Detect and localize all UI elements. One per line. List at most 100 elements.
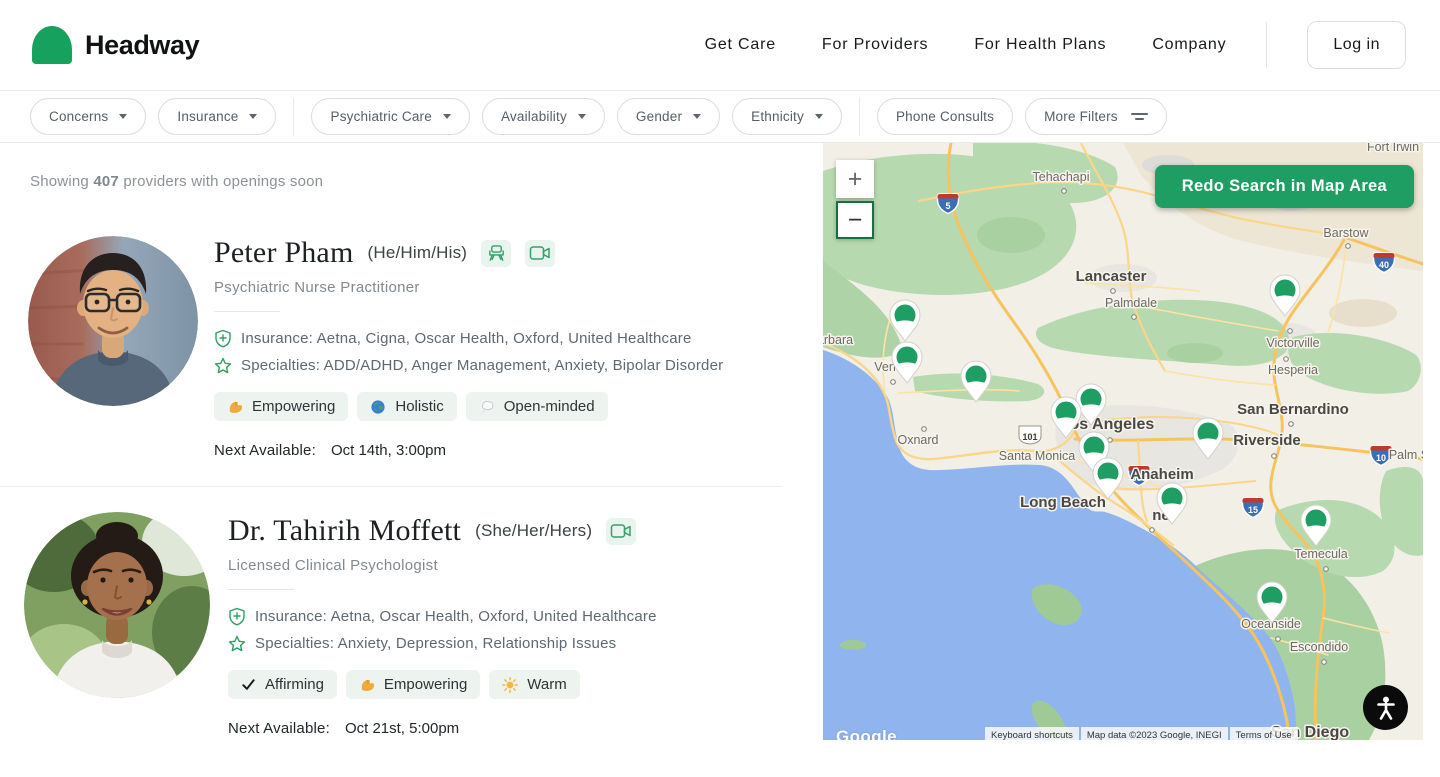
- keyboard-shortcuts-link[interactable]: Keyboard shortcuts: [985, 727, 1079, 740]
- nav-get-care[interactable]: Get Care: [705, 36, 776, 54]
- google-logo: Google: [836, 727, 897, 740]
- map-canvas[interactable]: 5 40 15 10 605 101: [823, 143, 1423, 740]
- filter-more-filters[interactable]: More Filters: [1025, 98, 1167, 135]
- star-icon: [228, 635, 246, 653]
- specialties-row: Specialties: ADD/ADHD, Anger Management,…: [214, 352, 723, 379]
- results-summary: Showing 407 providers with openings soon: [30, 173, 823, 190]
- filter-insurance[interactable]: Insurance: [158, 98, 276, 135]
- next-available-row: Next Available: Oct 21st, 5:00pm: [228, 720, 657, 737]
- provider-pronouns: (He/Him/His): [367, 243, 467, 263]
- map-panel[interactable]: 5 40 15 10 605 101: [823, 143, 1423, 740]
- insurance-label: Insurance:: [255, 608, 327, 625]
- trait-badge: Warm: [489, 670, 579, 699]
- provider-card[interactable]: Dr. Tahirih Moffett (She/Her/Hers) Licen…: [0, 512, 823, 737]
- next-available-row: Next Available: Oct 14th, 3:00pm: [214, 442, 723, 459]
- shield-us101: 101: [1022, 432, 1037, 442]
- provider-name[interactable]: Peter Pham: [214, 236, 353, 270]
- label-hesperia: Hesperia: [1268, 363, 1318, 377]
- shield-plus-icon: [214, 329, 232, 348]
- in-person-badge: [481, 240, 511, 267]
- accessibility-button[interactable]: [1363, 685, 1408, 730]
- nav-for-health-plans[interactable]: For Health Plans: [974, 36, 1106, 54]
- card-mini-divider: [214, 311, 280, 312]
- brand-logo[interactable]: Headway: [32, 26, 199, 64]
- label-palmdale: Palmdale: [1105, 296, 1157, 310]
- label-oxnard: Oxnard: [898, 433, 939, 447]
- filter-psychiatric-care[interactable]: Psychiatric Care: [311, 98, 469, 135]
- filter-divider: [293, 98, 294, 136]
- label-anaheim: Anaheim: [1130, 466, 1193, 483]
- trait-label: Affirming: [265, 676, 324, 693]
- provider-card[interactable]: Peter Pham (He/Him/His): [0, 234, 823, 459]
- star-icon: [214, 357, 232, 375]
- next-available-value: Oct 14th, 3:00pm: [331, 442, 446, 459]
- map-data-attribution: Map data ©2023 Google, INEGI: [1081, 727, 1228, 740]
- label-victorville: Victorville: [1266, 336, 1319, 350]
- trait-badge: Open-minded: [466, 392, 608, 421]
- card-divider: [0, 486, 782, 487]
- headway-logo-icon: [32, 26, 72, 64]
- insurance-row: Insurance: Aetna, Oscar Health, Oxford, …: [228, 603, 657, 630]
- trait-label: Open-minded: [504, 398, 595, 415]
- main-nav: Get Care For Providers For Health Plans …: [705, 21, 1406, 69]
- nav-for-providers[interactable]: For Providers: [822, 36, 928, 54]
- trait-badges: Affirming Empowering: [228, 670, 657, 699]
- checkmark-icon: [241, 677, 256, 692]
- label-fort-irwin: Fort Irwin: [1367, 143, 1419, 154]
- label-lancaster: Lancaster: [1076, 268, 1147, 285]
- provider-title: Licensed Clinical Psychologist: [228, 557, 657, 574]
- label-santa-monica: Santa Monica: [999, 449, 1075, 463]
- thought-bubble-icon: [479, 399, 495, 415]
- provider-title: Psychiatric Nurse Practitioner: [214, 279, 723, 296]
- zoom-in-button[interactable]: +: [836, 160, 874, 198]
- specialties-label: Specialties:: [255, 635, 334, 652]
- main-content: Showing 407 providers with openings soon: [0, 143, 1440, 777]
- filter-gender[interactable]: Gender: [617, 98, 720, 135]
- filter-concerns[interactable]: Concerns: [30, 98, 146, 135]
- brand-name: Headway: [85, 30, 199, 61]
- provider-name[interactable]: Dr. Tahirih Moffett: [228, 514, 461, 548]
- filter-ethnicity[interactable]: Ethnicity: [732, 98, 842, 135]
- filter-label: Psychiatric Care: [330, 109, 431, 124]
- specialties-row: Specialties: Anxiety, Depression, Relati…: [228, 630, 657, 657]
- trait-badge: Empowering: [214, 392, 348, 421]
- summary-prefix: Showing: [30, 173, 89, 190]
- video-visit-badge: [525, 240, 555, 267]
- top-nav-bar: Headway Get Care For Providers For Healt…: [0, 0, 1440, 91]
- label-barstow: Barstow: [1323, 226, 1369, 240]
- label-escondido: Escondido: [1290, 640, 1348, 654]
- login-button[interactable]: Log in: [1307, 21, 1406, 69]
- globe-icon: [370, 399, 386, 415]
- trait-label: Holistic: [395, 398, 443, 415]
- shield-i40: 40: [1379, 260, 1389, 270]
- label-riverside: Riverside: [1233, 432, 1301, 449]
- redo-search-button[interactable]: Redo Search in Map Area: [1155, 165, 1414, 208]
- summary-count: 407: [93, 173, 119, 190]
- filter-availability[interactable]: Availability: [482, 98, 605, 135]
- filter-label: Ethnicity: [751, 109, 804, 124]
- provider-avatar[interactable]: [24, 512, 210, 698]
- filter-bar: Concerns Insurance Psychiatric Care Avai…: [0, 91, 1440, 143]
- label-san-bernardino: San Bernardino: [1237, 401, 1349, 418]
- next-available-label: Next Available:: [228, 720, 330, 737]
- chevron-down-icon: [119, 114, 127, 119]
- filter-label: Availability: [501, 109, 567, 124]
- filter-label: Phone Consults: [896, 109, 994, 124]
- terms-of-use-link[interactable]: Terms of Use: [1230, 727, 1298, 740]
- label-palm-springs: Palm S: [1389, 448, 1423, 462]
- sun-icon: [502, 677, 518, 693]
- trait-label: Warm: [527, 676, 566, 693]
- label-tehachapi: Tehachapi: [1033, 170, 1090, 184]
- nav-company[interactable]: Company: [1152, 36, 1226, 54]
- filter-phone-consults[interactable]: Phone Consults: [877, 98, 1013, 135]
- zoom-out-button[interactable]: −: [836, 201, 874, 239]
- provider-avatar[interactable]: [28, 236, 198, 406]
- specialties-label: Specialties:: [241, 357, 320, 374]
- next-available-value: Oct 21st, 5:00pm: [345, 720, 459, 737]
- map-zoom-control: + −: [836, 160, 874, 239]
- filter-label: Gender: [636, 109, 682, 124]
- muscle-icon: [227, 399, 243, 415]
- card-mini-divider: [228, 589, 294, 590]
- filter-lines-icon: [1131, 113, 1148, 120]
- label-santa-barbara: arbara: [823, 333, 853, 347]
